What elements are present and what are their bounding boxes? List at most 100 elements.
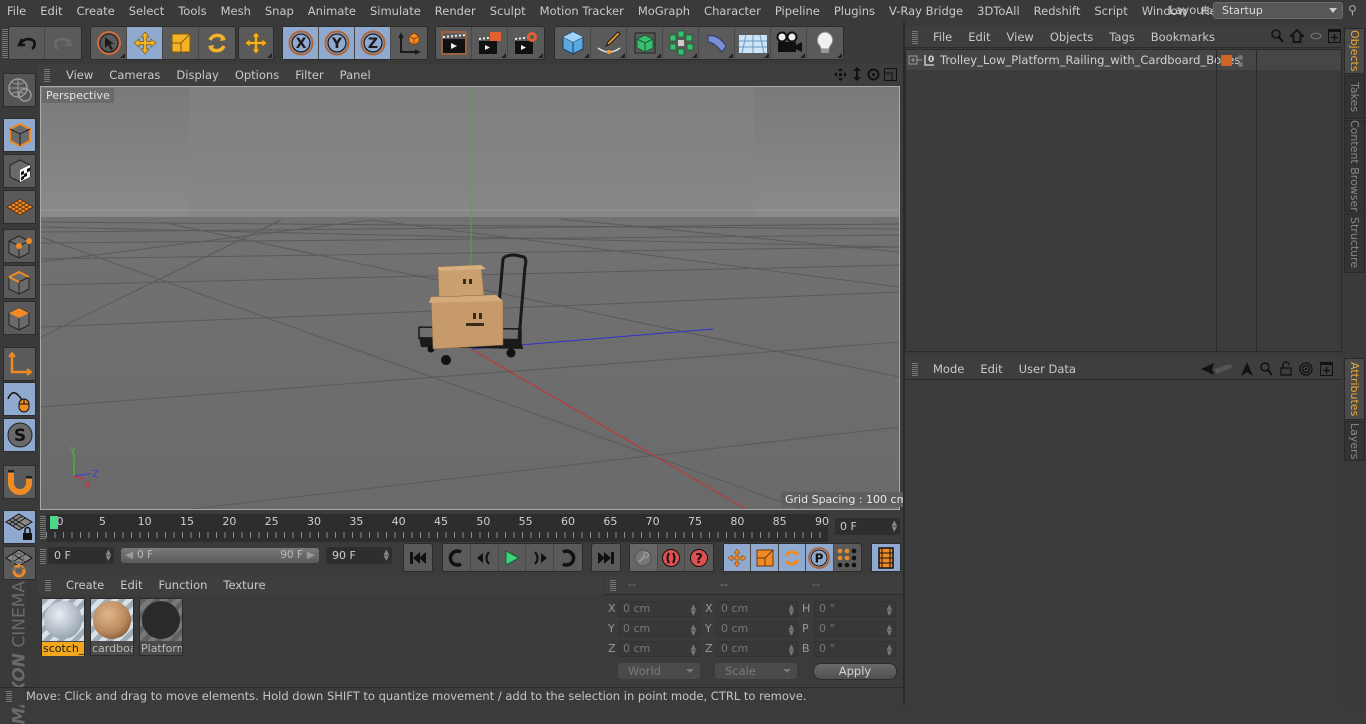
coordinate-space-dropdown[interactable]: World [618, 663, 700, 679]
live-selection-button[interactable] [91, 27, 127, 59]
frame-range-slider[interactable]: ◀ 0 F 90 F ▶ [121, 548, 319, 563]
menu-animate[interactable]: Animate [301, 4, 363, 18]
next-frame-button[interactable] [526, 544, 555, 571]
objects-menu-objects[interactable]: Objects [1042, 30, 1101, 44]
workplane-mode-button[interactable] [3, 190, 36, 224]
objects-menu-tags[interactable]: Tags [1101, 30, 1142, 44]
material-menu-texture[interactable]: Texture [215, 578, 273, 592]
zoom-view-icon[interactable] [851, 67, 863, 81]
coordinates-grip[interactable] [610, 579, 616, 591]
viewport-menu-filter[interactable]: Filter [287, 68, 331, 82]
material-menu-create[interactable]: Create [58, 578, 112, 592]
floor-button[interactable] [735, 27, 771, 59]
bend-deformer-button[interactable] [699, 27, 735, 59]
polygons-mode-button[interactable] [3, 301, 36, 335]
edges-mode-button[interactable] [3, 265, 36, 299]
viewport-menu-view[interactable]: View [58, 68, 101, 82]
previous-frame-button[interactable] [471, 544, 499, 571]
key-rotation-button[interactable] [778, 544, 807, 571]
y-axis-lock-button[interactable]: Y [319, 27, 355, 59]
autokey-button[interactable] [658, 544, 686, 571]
layer-color-tag[interactable] [1221, 55, 1232, 66]
viewport-menu-options[interactable]: Options [227, 68, 287, 82]
previous-key-button[interactable] [443, 544, 471, 571]
rotate-button[interactable] [199, 27, 235, 59]
viewport-menu-panel[interactable]: Panel [332, 68, 379, 82]
play-button[interactable] [499, 544, 527, 571]
range-right-arrow-icon[interactable]: ▶ [307, 548, 315, 563]
rotate-view-icon[interactable] [867, 68, 880, 81]
tab-objects[interactable]: Objects [1344, 28, 1365, 74]
menu-motion-tracker[interactable]: Motion Tracker [533, 4, 631, 18]
render-view-button[interactable] [436, 27, 472, 59]
motion-record-button[interactable] [630, 544, 658, 571]
tab-content-browser[interactable]: Content Browser [1344, 120, 1365, 212]
tab-attributes[interactable]: Attributes [1344, 358, 1365, 420]
camera-label[interactable]: Perspective [42, 88, 114, 103]
anim-grip[interactable] [40, 548, 46, 564]
menu-plugins[interactable]: Plugins [827, 4, 882, 18]
size-x-field[interactable]: 0 cm ▲ ▼ [716, 601, 798, 617]
timeline-window-button[interactable] [872, 544, 900, 571]
camera-button[interactable] [771, 27, 807, 59]
start-frame-field[interactable]: 0 F ▲ ▼ [48, 547, 114, 564]
material-item[interactable]: scotch_t [41, 598, 85, 656]
unlock-icon[interactable] [1280, 361, 1292, 376]
menu-redshift[interactable]: Redshift [1027, 4, 1088, 18]
next-key-button[interactable] [554, 544, 582, 571]
objects-menu-file[interactable]: File [925, 30, 960, 44]
menu-script[interactable]: Script [1087, 4, 1134, 18]
back-arrow-icon[interactable] [1200, 362, 1234, 376]
menu-pipeline[interactable]: Pipeline [768, 4, 827, 18]
attributes-menu-mode[interactable]: Mode [925, 362, 972, 376]
move-button[interactable] [127, 27, 163, 59]
coordinate-system-button[interactable] [391, 27, 427, 59]
editor-visibility-dot[interactable] [1238, 55, 1243, 60]
cube-button[interactable] [555, 27, 591, 59]
material-menu-edit[interactable]: Edit [112, 578, 150, 592]
search-icon[interactable] [1271, 29, 1284, 43]
key-pla-button[interactable] [834, 544, 861, 571]
menu-character[interactable]: Character [697, 4, 768, 18]
material-item[interactable]: Platform [139, 598, 183, 656]
render-settings-button[interactable] [508, 27, 544, 59]
timeline-ruler[interactable]: 0 5 10 15 20 25 30 35 40 45 50 55 60 65 70 75 80 85 90 [46, 514, 829, 542]
object-manager-grip[interactable] [912, 30, 918, 44]
attributes-menu-user-data[interactable]: User Data [1011, 362, 1084, 376]
rotation-b-field[interactable]: 0 ° ▲ ▼ [814, 641, 896, 657]
go-to-start-button[interactable] [404, 544, 432, 571]
recent-tool-button[interactable] [239, 27, 273, 59]
key-parameter-button[interactable]: P [806, 544, 834, 571]
position-x-field[interactable]: 0 cm ▲ ▼ [618, 601, 700, 617]
menu-select[interactable]: Select [122, 4, 171, 18]
position-y-field[interactable]: 0 cm ▲ ▼ [618, 621, 700, 637]
position-z-field[interactable]: 0 cm ▲ ▼ [618, 641, 700, 657]
keyframe-selection-button[interactable]: ? [685, 544, 713, 571]
menu-sculpt[interactable]: Sculpt [483, 4, 533, 18]
playhead[interactable] [50, 516, 58, 529]
objects-menu-bookmarks[interactable]: Bookmarks [1143, 30, 1223, 44]
rotation-h-field[interactable]: 0 ° ▲ ▼ [814, 601, 896, 617]
redo-button[interactable] [45, 27, 81, 59]
workplane-lock-button[interactable] [3, 510, 36, 544]
x-axis-lock-button[interactable]: X [283, 27, 319, 59]
go-to-end-button[interactable] [592, 544, 620, 571]
menu-edit[interactable]: Edit [33, 4, 69, 18]
search-icon[interactable] [1260, 361, 1273, 376]
pen-spline-button[interactable] [591, 27, 627, 59]
scale-button[interactable] [163, 27, 199, 59]
maximize-view-icon[interactable] [884, 67, 897, 81]
home-icon[interactable] [1290, 29, 1304, 43]
new-panel-icon[interactable] [1328, 29, 1341, 43]
material-item[interactable]: cardboa [90, 598, 134, 656]
rotation-p-field[interactable]: 0 ° ▲ ▼ [814, 621, 896, 637]
move-view-icon[interactable] [834, 67, 847, 81]
menu-simulate[interactable]: Simulate [363, 4, 428, 18]
render-to-picture-viewer-button[interactable] [472, 27, 508, 59]
3d-viewport[interactable] [40, 86, 900, 510]
model-mode-button[interactable] [3, 118, 36, 152]
key-position-button[interactable] [724, 544, 752, 571]
current-frame-field[interactable]: 0 F ▲ ▼ [835, 518, 900, 535]
tab-structure[interactable]: Structure [1344, 213, 1365, 273]
menu-mesh[interactable]: Mesh [214, 4, 258, 18]
